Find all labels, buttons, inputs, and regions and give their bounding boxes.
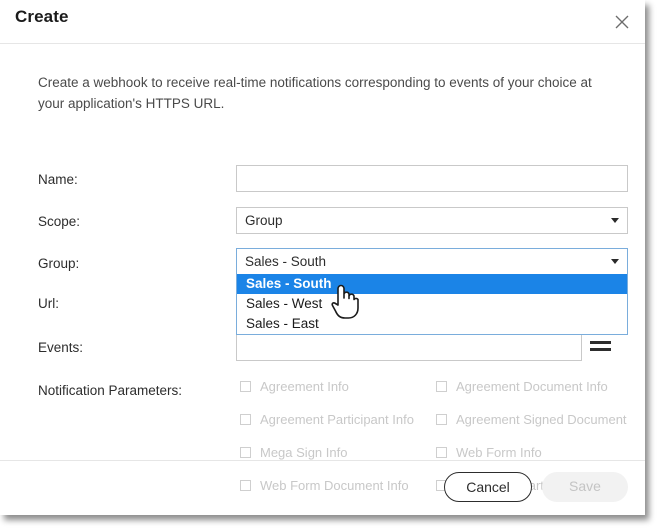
save-button[interactable]: Save bbox=[542, 472, 628, 502]
param-row: Agreement Info Agreement Document Info bbox=[236, 376, 628, 409]
checkbox-agreement-document-info[interactable]: Agreement Document Info bbox=[436, 376, 608, 396]
checkbox-web-form-info[interactable]: Web Form Info bbox=[436, 442, 542, 462]
dropdown-option-sales-east[interactable]: Sales - East bbox=[237, 314, 627, 334]
checkbox-box-icon[interactable] bbox=[436, 380, 447, 392]
checkbox-label: Agreement Info bbox=[260, 378, 349, 394]
checkbox-agreement-signed-document[interactable]: Agreement Signed Document bbox=[436, 409, 627, 429]
checkbox-label: Mega Sign Info bbox=[260, 444, 348, 460]
checkbox-agreement-info[interactable]: Agreement Info bbox=[240, 376, 349, 396]
scope-select[interactable]: Group bbox=[236, 207, 628, 234]
checkbox-box-icon[interactable] bbox=[436, 446, 447, 458]
notification-parameters-label: Notification Parameters: bbox=[38, 383, 183, 398]
create-webhook-dialog: Create Create a webhook to receive real-… bbox=[0, 0, 645, 515]
page-title: Create bbox=[15, 7, 69, 26]
checkbox-box-icon[interactable] bbox=[436, 413, 447, 425]
checkbox-label: Agreement Signed Document bbox=[456, 411, 627, 427]
name-input[interactable] bbox=[236, 165, 628, 192]
group-dropdown-list[interactable]: Sales - South Sales - West Sales - East bbox=[236, 274, 628, 335]
dialog-description: Create a webhook to receive real-time no… bbox=[38, 75, 592, 111]
checkbox-label: Agreement Document Info bbox=[456, 378, 608, 394]
close-icon[interactable] bbox=[611, 11, 633, 33]
dialog-footer: Cancel Save bbox=[0, 460, 645, 515]
chevron-down-icon bbox=[611, 259, 619, 264]
dialog-body: Create a webhook to receive real-time no… bbox=[0, 44, 645, 493]
dropdown-option-sales-west[interactable]: Sales - West bbox=[237, 294, 627, 314]
cancel-button[interactable]: Cancel bbox=[444, 472, 532, 502]
url-label: Url: bbox=[38, 296, 59, 311]
checkbox-box-icon[interactable] bbox=[240, 446, 251, 458]
group-selected-value: Sales - South bbox=[245, 254, 327, 269]
checkbox-box-icon[interactable] bbox=[240, 380, 251, 392]
checkbox-box-icon[interactable] bbox=[240, 413, 251, 425]
param-row: Agreement Participant Info Agreement Sig… bbox=[236, 409, 628, 442]
checkbox-label: Agreement Participant Info bbox=[260, 411, 414, 427]
dropdown-option-sales-south[interactable]: Sales - South bbox=[237, 274, 627, 294]
checkbox-mega-sign-info[interactable]: Mega Sign Info bbox=[240, 442, 347, 462]
events-input[interactable] bbox=[236, 334, 582, 361]
checkbox-label: Web Form Info bbox=[456, 444, 542, 460]
scope-selected-value: Group bbox=[245, 213, 283, 228]
events-label: Events: bbox=[38, 340, 84, 355]
chevron-down-icon bbox=[611, 218, 619, 223]
scope-label: Scope: bbox=[38, 214, 81, 229]
name-label: Name: bbox=[38, 172, 78, 187]
group-label: Group: bbox=[38, 256, 80, 271]
checkbox-agreement-participant-info[interactable]: Agreement Participant Info bbox=[240, 409, 414, 429]
hamburger-menu-icon[interactable] bbox=[588, 335, 618, 359]
group-select[interactable]: Sales - South bbox=[236, 248, 628, 275]
dialog-header: Create bbox=[0, 0, 645, 44]
